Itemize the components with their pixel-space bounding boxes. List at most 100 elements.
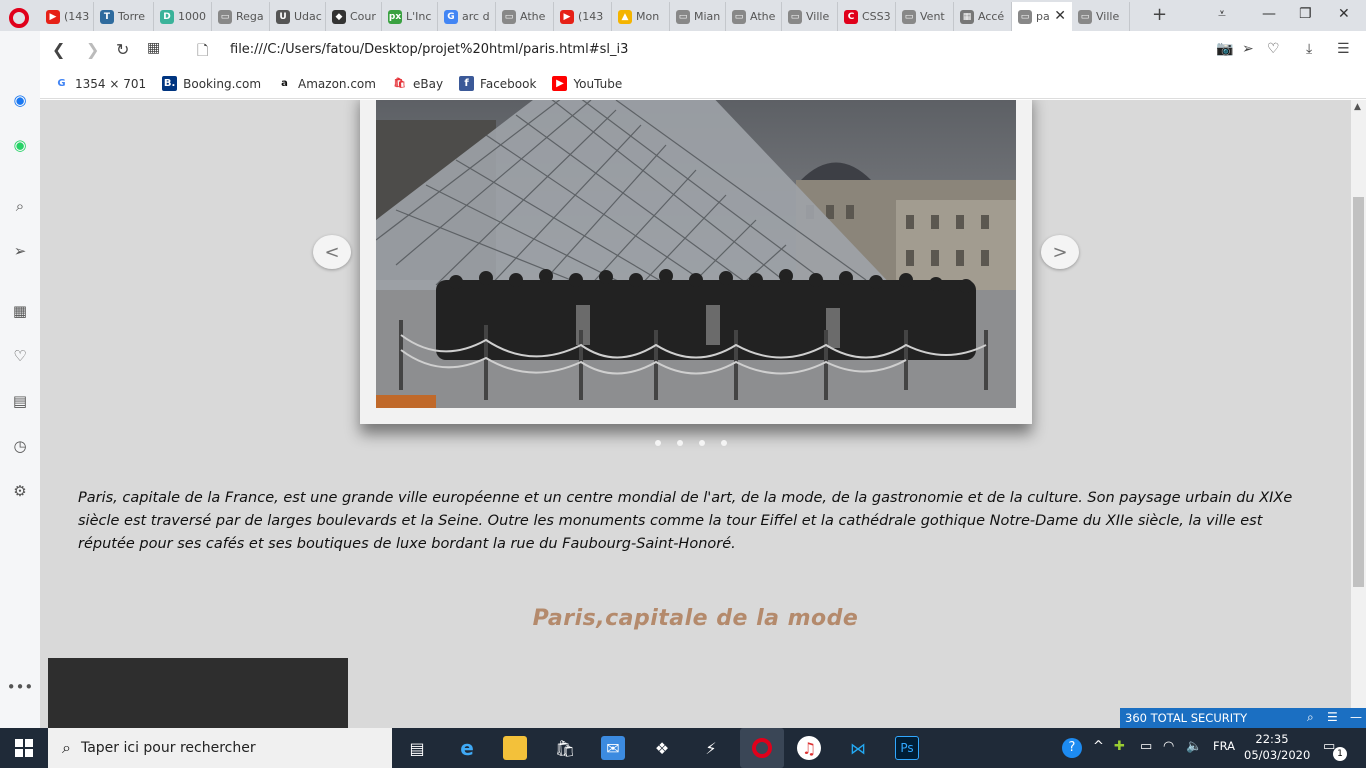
dropbox-icon[interactable]: ❖ (650, 736, 674, 760)
url-field[interactable]: file:///C:/Users/fatou/Desktop/projet%20… (230, 42, 628, 57)
tab[interactable]: ▭ pa ✕ (1012, 2, 1072, 31)
bookmark-icon: G (54, 76, 69, 91)
tab[interactable]: ▦ Accé (954, 2, 1012, 31)
back-icon[interactable]: ❮ (52, 40, 65, 59)
more-icon[interactable]: ••• (7, 677, 34, 697)
app-icon[interactable]: ⚡ (699, 736, 723, 760)
scroll-up-icon[interactable]: ▲ (1354, 102, 1361, 112)
minimize-icon[interactable]: — (1350, 710, 1362, 724)
bookmark-heart-icon[interactable]: ♡ (1267, 41, 1280, 57)
tab[interactable]: ▭ Ville (782, 2, 838, 31)
notification-badge: 1 (1333, 747, 1347, 761)
help-icon[interactable]: ? (1062, 738, 1082, 758)
tab[interactable]: ▶ (143 (40, 2, 94, 31)
slider-dot[interactable] (721, 440, 727, 446)
tab[interactable]: ▭ Athe (726, 2, 782, 31)
opera-taskbar-icon[interactable] (740, 728, 784, 768)
start-button[interactable] (0, 728, 48, 768)
maximize-button[interactable]: ❐ (1299, 6, 1312, 22)
tab-close-icon[interactable]: ✕ (1054, 8, 1066, 24)
mail-icon[interactable]: ✉ (601, 736, 625, 760)
slider-prev-button[interactable]: < (313, 235, 351, 269)
task-view-icon[interactable]: ▤ (405, 736, 429, 760)
tab[interactable]: ▭ Vent (896, 2, 954, 31)
language-indicator[interactable]: FRA (1213, 739, 1235, 753)
reload-icon[interactable]: ↻ (116, 40, 129, 59)
tab[interactable]: px L'Inc (382, 2, 438, 31)
bookmark-item[interactable]: B. Booking.com (162, 76, 261, 91)
clock-time: 22:35 (1255, 732, 1289, 746)
vscode-icon[interactable]: ⋈ (846, 736, 870, 760)
bookmark-item[interactable]: ▶ YouTube (552, 76, 622, 91)
tab[interactable]: ◆ Cour (326, 2, 382, 31)
tab[interactable]: Garc d (438, 2, 496, 31)
bookmark-icon: ▶ (552, 76, 568, 91)
volume-icon[interactable]: 🔈 (1186, 739, 1202, 754)
taskbar-search[interactable]: ⌕ Taper ici pour rechercher (48, 728, 392, 768)
speed-dial-icon[interactable]: ▦ (147, 40, 160, 56)
tab-favicon-icon: ▲ (618, 9, 632, 24)
tab[interactable]: ▲ Mon (612, 2, 670, 31)
menu-icon[interactable]: ☰ (1327, 710, 1338, 724)
opera-menu-icon[interactable] (9, 8, 29, 28)
section-title: Paris,capitale de la mode (532, 606, 859, 631)
tab[interactable]: ▭ Athe (496, 2, 554, 31)
downloads-icon[interactable]: ⤓ (1306, 41, 1312, 57)
louvre-pyramid-image (376, 100, 1016, 408)
tab-favicon-icon: ▭ (1018, 9, 1032, 24)
show-hidden-icons[interactable]: ^ (1093, 739, 1104, 754)
tab[interactable]: ▭ Rega (212, 2, 270, 31)
search-icon[interactable]: ⌕ (10, 196, 30, 216)
slider-dot[interactable] (655, 440, 661, 446)
tab[interactable]: ▭ Mian (670, 2, 726, 31)
battery-icon[interactable]: ▭ (1140, 739, 1152, 754)
bookmark-item[interactable]: f Facebook (459, 76, 536, 91)
tab-label: Ville (1096, 10, 1120, 23)
speed-dial-icon[interactable]: ▦ (10, 301, 30, 321)
tab-menu-icon[interactable]: ⩡ (1218, 6, 1226, 22)
bookmark-item[interactable]: G 1354 × 701 (54, 76, 146, 91)
bookmarks-icon[interactable]: ♡ (10, 346, 30, 366)
forward-icon[interactable]: ❯ (86, 40, 99, 59)
new-tab-button[interactable]: + (1152, 4, 1167, 25)
security-label: 360 TOTAL SECURITY (1125, 711, 1248, 725)
page-info-icon[interactable]: 🗋 (197, 40, 208, 64)
search-icon[interactable]: ⌕ (1307, 710, 1314, 725)
messenger-icon[interactable]: ◉ (10, 90, 30, 110)
store-icon[interactable]: 🛍 (553, 736, 577, 760)
tab[interactable]: ▭ Ville (1072, 2, 1130, 31)
tab[interactable]: U Udac (270, 2, 326, 31)
settings-gear-icon[interactable]: ⚙ (10, 481, 30, 501)
snapshot-icon[interactable]: 📷 (1216, 41, 1233, 57)
slider-dot[interactable] (677, 440, 683, 446)
wifi-icon[interactable]: ◠ (1163, 739, 1174, 754)
windows-logo-icon (15, 739, 33, 757)
send-icon[interactable]: ➢ (1242, 41, 1254, 57)
slider-dot[interactable] (699, 440, 705, 446)
photoshop-icon[interactable]: Ps (895, 736, 919, 760)
file-explorer-icon[interactable] (503, 736, 527, 760)
bookmark-item[interactable]: a Amazon.com (277, 76, 376, 91)
bookmark-label: Amazon.com (298, 76, 376, 91)
easy-setup-icon[interactable]: ☰ (1337, 41, 1350, 57)
itunes-icon[interactable]: ♫ (797, 736, 821, 760)
tab[interactable]: C CSS3 (838, 2, 896, 31)
page-scrollbar[interactable]: ▲ (1351, 100, 1366, 728)
bookmark-item[interactable]: 🛍 eBay (391, 76, 443, 91)
edge-icon[interactable]: e (455, 736, 479, 760)
clock[interactable]: 22:35 05/03/2020 (1244, 731, 1310, 763)
tab-label: Ville (806, 10, 830, 23)
whatsapp-icon[interactable]: ◉ (10, 135, 30, 155)
tab[interactable]: T Torre (94, 2, 154, 31)
history-icon[interactable]: ◷ (10, 436, 30, 456)
scroll-thumb[interactable] (1353, 197, 1364, 587)
minimize-button[interactable]: — (1262, 6, 1276, 22)
slider-next-button[interactable]: > (1041, 235, 1079, 269)
tab[interactable]: D 1000 (154, 2, 212, 31)
security-tray-icon[interactable]: ✚ (1114, 739, 1125, 754)
close-window-button[interactable]: ✕ (1338, 6, 1350, 22)
security-notification-bar[interactable]: 360 TOTAL SECURITY ⌕ ☰ — (1120, 708, 1366, 728)
send-icon[interactable]: ➢ (10, 241, 30, 261)
news-icon[interactable]: ▤ (10, 391, 30, 411)
tab[interactable]: ▶ (143 (554, 2, 612, 31)
